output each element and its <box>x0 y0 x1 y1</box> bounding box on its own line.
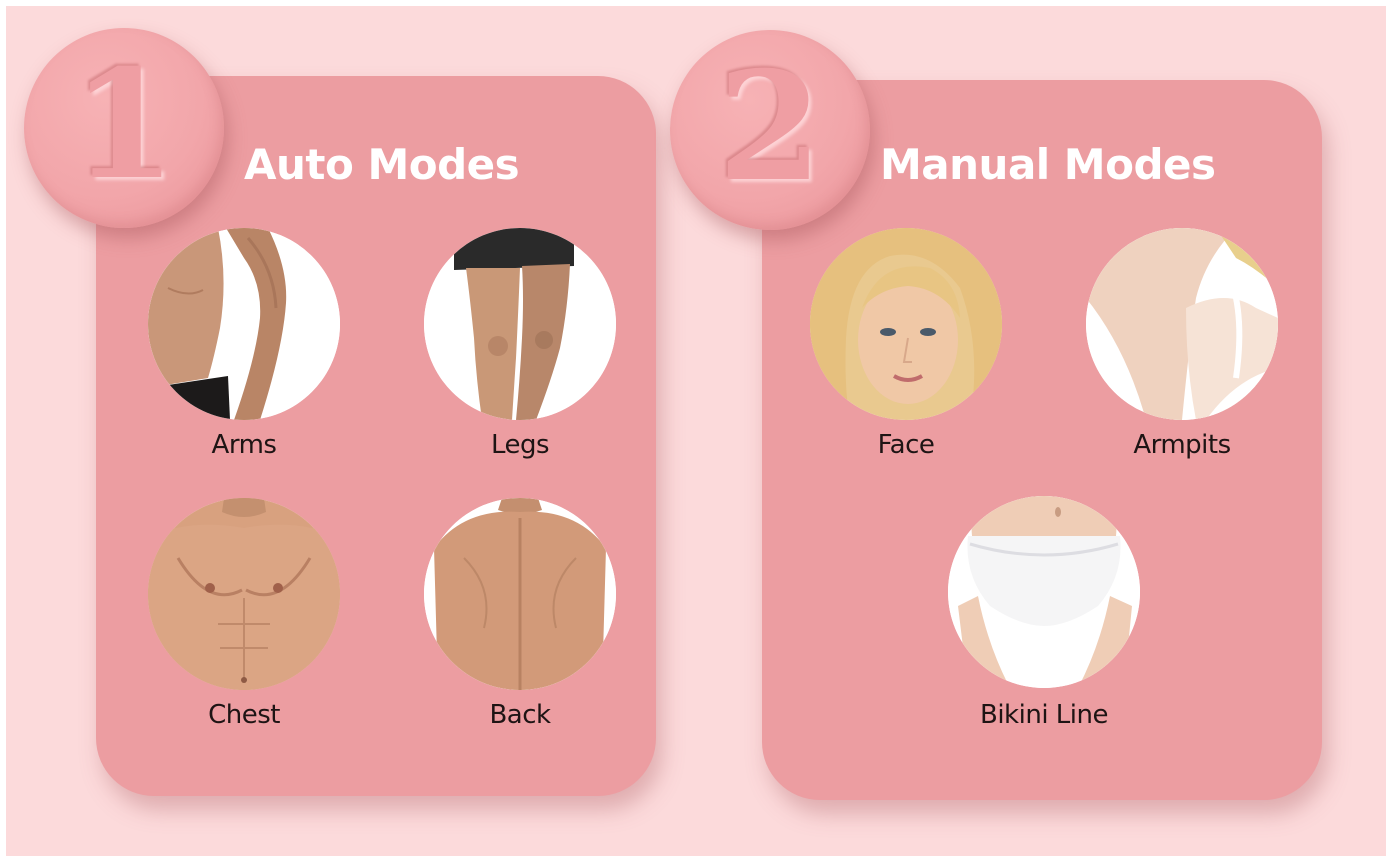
area-arms[interactable]: Arms <box>144 228 344 460</box>
back-photo <box>424 498 616 690</box>
armpits-photo <box>1086 228 1278 420</box>
auto-modes-title: Auto Modes <box>244 140 520 189</box>
area-label: Armpits <box>1133 430 1231 460</box>
area-armpits[interactable]: Armpits <box>1082 228 1282 460</box>
step-2-badge: 2 <box>670 30 870 230</box>
step-number: 1 <box>71 37 177 213</box>
face-photo <box>810 228 1002 420</box>
area-label: Legs <box>490 430 550 460</box>
area-label: Back <box>489 700 551 730</box>
area-back[interactable]: Back <box>420 498 620 730</box>
step-1-badge: 1 <box>24 28 224 228</box>
bikini-line-photo <box>948 496 1140 688</box>
area-label: Bikini Line <box>980 700 1109 730</box>
area-chest[interactable]: Chest <box>144 498 344 730</box>
area-label: Face <box>877 430 935 460</box>
legs-photo <box>424 228 616 420</box>
area-label: Arms <box>211 430 277 460</box>
chest-photo <box>148 498 340 690</box>
background-panel: 1 Auto Modes Arms Legs Chest Back 2 Manu… <box>6 6 1386 856</box>
area-bikini-line[interactable]: Bikini Line <box>944 496 1144 730</box>
arms-photo <box>148 228 340 420</box>
area-legs[interactable]: Legs <box>420 228 620 460</box>
area-face[interactable]: Face <box>806 228 1006 460</box>
step-number: 2 <box>717 39 823 215</box>
area-label: Chest <box>208 700 280 730</box>
manual-modes-title: Manual Modes <box>880 140 1216 189</box>
